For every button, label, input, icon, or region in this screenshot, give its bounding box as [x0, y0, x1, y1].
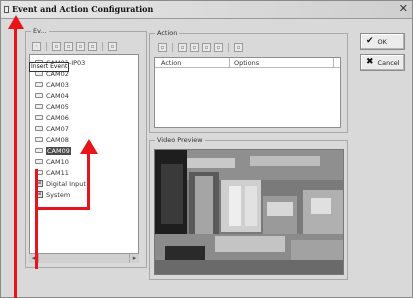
action-group-label: Action	[155, 29, 180, 38]
annotation-line-pointer-vertical	[87, 151, 90, 210]
scroll-right-icon[interactable]: ▸	[129, 254, 139, 263]
action-table[interactable]: Action Options	[154, 57, 341, 128]
tree-item[interactable]: ⊞ Digital Input	[35, 179, 86, 188]
edit-action-icon[interactable]: ▫	[178, 43, 187, 52]
camera-icon	[35, 104, 43, 109]
tree-item-label: CAM09	[46, 146, 71, 155]
insert-event-tooltip: Insert Event	[29, 62, 70, 72]
annotation-line-bracket-vertical	[35, 169, 38, 269]
export-event-icon[interactable]: ▫	[108, 42, 117, 51]
camera-icon	[35, 93, 43, 98]
tree-item[interactable]: CAM06	[35, 113, 69, 122]
tree-item-label: CAM10	[46, 157, 69, 166]
tree-item-label: CAM04	[46, 91, 69, 100]
camera-icon	[35, 137, 43, 142]
cancel-button[interactable]: ✖ Cancel	[360, 54, 405, 71]
column-divider[interactable]	[333, 58, 334, 68]
tree-item[interactable]: CAM03	[35, 80, 69, 89]
tree-horizontal-scrollbar[interactable]: ◂ ▸	[29, 253, 139, 263]
window-title: Event and Action Configuration	[12, 4, 154, 14]
action-table-header: Action Options	[155, 58, 340, 68]
tree-item[interactable]: CAM09	[35, 146, 71, 155]
action-toolbar: ▫ ▫ ▫ ▫ ▫ ▫	[158, 43, 243, 52]
camera-icon	[35, 148, 43, 153]
paste-event-icon[interactable]: ▫	[64, 42, 73, 51]
tree-item-label: CAM05	[46, 102, 69, 111]
copy-action-icon[interactable]: ▫	[190, 43, 199, 52]
camera-frame-picture	[155, 150, 343, 274]
camera-icon	[35, 126, 43, 131]
new-event-icon[interactable]: ◦	[32, 42, 41, 51]
tree-item[interactable]: CAM05	[35, 102, 69, 111]
close-icon[interactable]: ✕	[399, 3, 408, 15]
cancel-button-label: Cancel	[377, 58, 400, 67]
tree-item[interactable]: CAM04	[35, 91, 69, 100]
tree-item-label: CAM11	[46, 168, 69, 177]
tree-item-label: CAM03	[46, 80, 69, 89]
video-preview-label: Video Preview	[155, 136, 205, 145]
tree-item-label: CAM08	[46, 135, 69, 144]
event-action-config-window: Event and Action Configuration ✕ Ev... ◦…	[0, 0, 413, 298]
cross-icon: ✖	[366, 57, 374, 67]
camera-icon	[35, 82, 43, 87]
delete-action-icon[interactable]: ▫	[214, 43, 223, 52]
camera-icon	[35, 115, 43, 120]
tree-item[interactable]: CAM07	[35, 124, 69, 133]
column-divider[interactable]	[229, 58, 230, 68]
camera-icon	[35, 159, 43, 164]
test-action-icon[interactable]: ▫	[234, 43, 243, 52]
annotation-line-vertical	[14, 23, 17, 298]
delete-event-icon[interactable]: ▫	[76, 42, 85, 51]
video-preview-image	[154, 149, 344, 275]
tree-item[interactable]: ⊞ System	[35, 190, 70, 199]
tree-item-label: CAM06	[46, 113, 69, 122]
tree-item[interactable]: CAM08	[35, 135, 69, 144]
window-icon	[4, 6, 9, 13]
event-toolbar: ◦ ▫ ▫ ▫ ▫ ▫	[32, 42, 117, 51]
tree-item-label: Digital Input	[46, 179, 86, 188]
properties-event-icon[interactable]: ▫	[88, 42, 97, 51]
column-header-options[interactable]: Options	[234, 59, 259, 67]
checkmark-icon: ✔	[366, 36, 374, 46]
toolbar-separator	[46, 42, 47, 51]
event-group-label: Ev...	[31, 27, 49, 36]
tree-item-label: System	[46, 190, 71, 199]
column-header-action[interactable]: Action	[161, 59, 181, 67]
tree-item-label: CAM07	[46, 124, 69, 133]
new-action-icon[interactable]: ▫	[158, 43, 167, 52]
annotation-line-bracket-horizontal	[35, 207, 88, 210]
event-tree[interactable]: CAM01-IP03CAM02CAM03CAM04CAM05CAM06CAM07…	[29, 54, 139, 263]
tree-item[interactable]: CAM11	[35, 168, 69, 177]
toolbar-separator	[228, 43, 229, 52]
ok-button-label: OK	[377, 37, 387, 46]
toolbar-separator	[102, 42, 103, 51]
title-bar: Event and Action Configuration ✕	[1, 1, 412, 19]
annotation-arrowhead-up-left	[8, 15, 24, 29]
annotation-arrowhead-up-right	[80, 139, 98, 154]
paste-action-icon[interactable]: ▫	[202, 43, 211, 52]
copy-event-icon[interactable]: ▫	[52, 42, 61, 51]
toolbar-separator	[172, 43, 173, 52]
tree-item[interactable]: CAM10	[35, 157, 69, 166]
ok-button[interactable]: ✔ OK	[360, 33, 405, 50]
